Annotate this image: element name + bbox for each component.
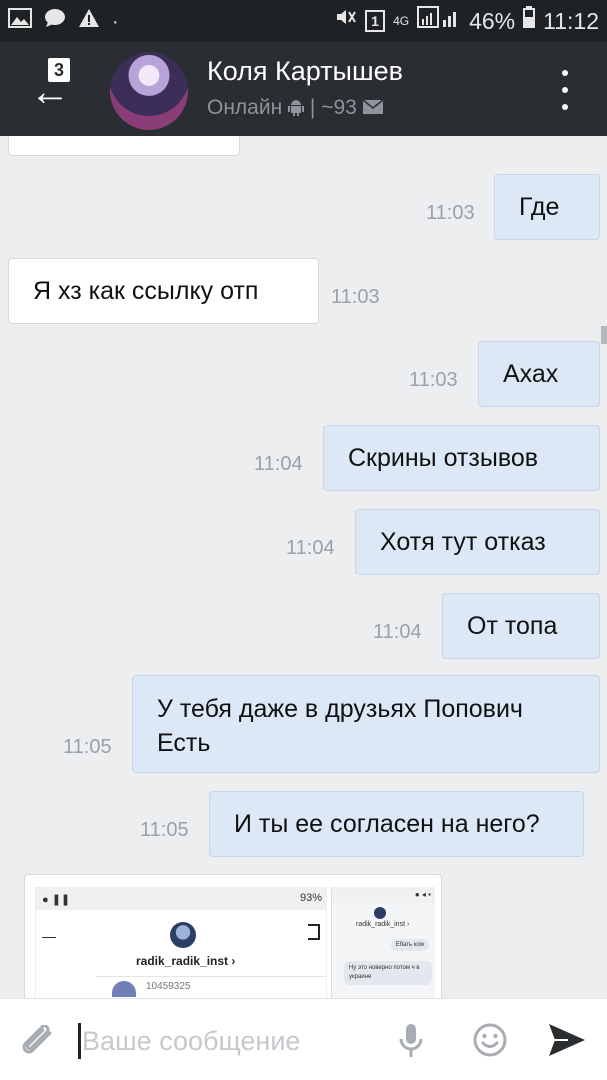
message-time-5: 11:04: [286, 537, 335, 559]
attachment-screenshot-1: ● ❚❚ 93% — radik_radik_inst › 10459325: [35, 887, 327, 998]
message-list[interactable]: Где 11:03 Я хз как ссылку отп 11:03 Ахах…: [0, 136, 607, 998]
pause-icon: ● ❚❚: [42, 894, 71, 906]
contact-status: Онлайн | ~93: [207, 96, 384, 120]
message-bubble-partial[interactable]: [8, 136, 240, 156]
clock: 11:12: [543, 7, 599, 34]
message-bubble-7[interactable]: У тебя даже в друзьях Попович Есть: [132, 675, 600, 773]
signal-icon: [417, 6, 461, 35]
screenshot-row-avatar: [112, 981, 136, 997]
screenshot-2-bubble-2: Ну это новерно потом ч в украине: [344, 961, 432, 985]
message-time-1: 11:03: [426, 202, 475, 224]
message-input[interactable]: [82, 1019, 382, 1063]
message-text: Хотя тут отказ: [380, 527, 546, 556]
network-type: 4G: [393, 13, 410, 28]
envelope-icon: [362, 96, 384, 119]
mute-icon: [335, 7, 357, 34]
avatar[interactable]: [110, 52, 188, 130]
online-status: Онлайн: [207, 96, 283, 119]
system-indicators: 1 4G 46% 11:12: [335, 6, 599, 35]
message-time-7: 11:05: [63, 736, 112, 758]
message-time-8: 11:05: [140, 819, 189, 841]
menu-dash-icon: —: [42, 928, 56, 944]
battery-percent: 46%: [469, 7, 516, 34]
message-bubble-4[interactable]: Скрины отзывов: [323, 425, 600, 491]
screenshot-2-bubble-1: Ебать ком: [390, 939, 429, 951]
screenshot-row: 10459325: [96, 976, 326, 998]
screenshot-2-avatar: [374, 907, 386, 919]
status-extra: ~93: [321, 96, 357, 119]
message-text: Я хз как ссылку отп: [33, 276, 259, 305]
notification-icons: ·: [8, 8, 119, 35]
screenshot-username: radik_radik_inst ›: [136, 954, 236, 968]
message-bubble-6[interactable]: От топа: [442, 593, 600, 659]
message-time-4: 11:04: [254, 453, 303, 475]
message-text: Скрины отзывов: [348, 443, 539, 472]
microphone-icon[interactable]: [398, 1023, 424, 1059]
screenshot-battery: 93%: [299, 892, 322, 904]
message-text: От топа: [467, 611, 558, 640]
message-text: У тебя даже в друзьях Попович Есть: [157, 695, 523, 757]
screenshot-number: 10459325: [146, 981, 191, 992]
chat-header: ← 3 Коля Картышев Онлайн | ~93: [0, 42, 607, 136]
smile-icon[interactable]: [473, 1023, 507, 1057]
message-time-6: 11:04: [373, 621, 422, 643]
message-bubble-8[interactable]: И ты ее согласен на него?: [209, 791, 584, 857]
back-button[interactable]: ← 3: [22, 56, 82, 116]
message-composer: [0, 998, 607, 1080]
status-bar: · 1 4G 46% 11:12: [0, 0, 607, 42]
more-vertical-icon: [562, 70, 568, 76]
screenshot-avatar: [170, 922, 196, 948]
bracket-icon: [308, 924, 320, 940]
message-text: Ахах: [503, 359, 559, 388]
message-time-2: 11:03: [331, 286, 380, 308]
dot-icon: ·: [112, 10, 119, 33]
android-icon: [288, 96, 310, 119]
contact-name[interactable]: Коля Картышев: [207, 56, 403, 87]
sim-indicator: 1: [365, 9, 386, 32]
image-attachment[interactable]: ● ❚❚ 93% — radik_radik_inst › 10459325 ●…: [24, 874, 442, 998]
unread-badge: 3: [48, 58, 70, 82]
battery-icon: [523, 6, 536, 35]
more-menu-button[interactable]: [555, 70, 575, 110]
message-bubble-2[interactable]: Я хз как ссылку отп: [8, 258, 319, 324]
screenshot-status-bar: ● ❚❚ 93%: [36, 888, 326, 910]
message-bubble-5[interactable]: Хотя тут отказ: [355, 509, 600, 575]
screenshot-2-username: radik_radik_inst ›: [356, 921, 410, 928]
gallery-icon: [8, 8, 32, 35]
chat-bubble-icon: [44, 8, 66, 35]
warning-icon: [78, 8, 100, 35]
message-bubble-3[interactable]: Ахах: [478, 341, 600, 407]
more-vertical-icon-dot: [562, 87, 568, 93]
scrollbar-thumb[interactable]: [601, 326, 607, 344]
message-time-3: 11:03: [409, 369, 458, 391]
message-text: И ты ее согласен на него?: [234, 809, 540, 838]
more-vertical-icon-dot: [562, 104, 568, 110]
text-cursor: [78, 1023, 81, 1059]
paperclip-icon[interactable]: [20, 1024, 60, 1059]
status-separator: |: [309, 96, 316, 119]
send-icon[interactable]: [548, 1023, 586, 1057]
message-bubble-1[interactable]: Где: [494, 174, 600, 240]
message-text: Где: [519, 192, 560, 221]
screenshot-2-status-bar: ● ◂ ▪: [332, 887, 435, 903]
attachment-screenshot-2: ● ◂ ▪ radik_radik_inst › Ебать ком Ну эт…: [331, 887, 435, 998]
